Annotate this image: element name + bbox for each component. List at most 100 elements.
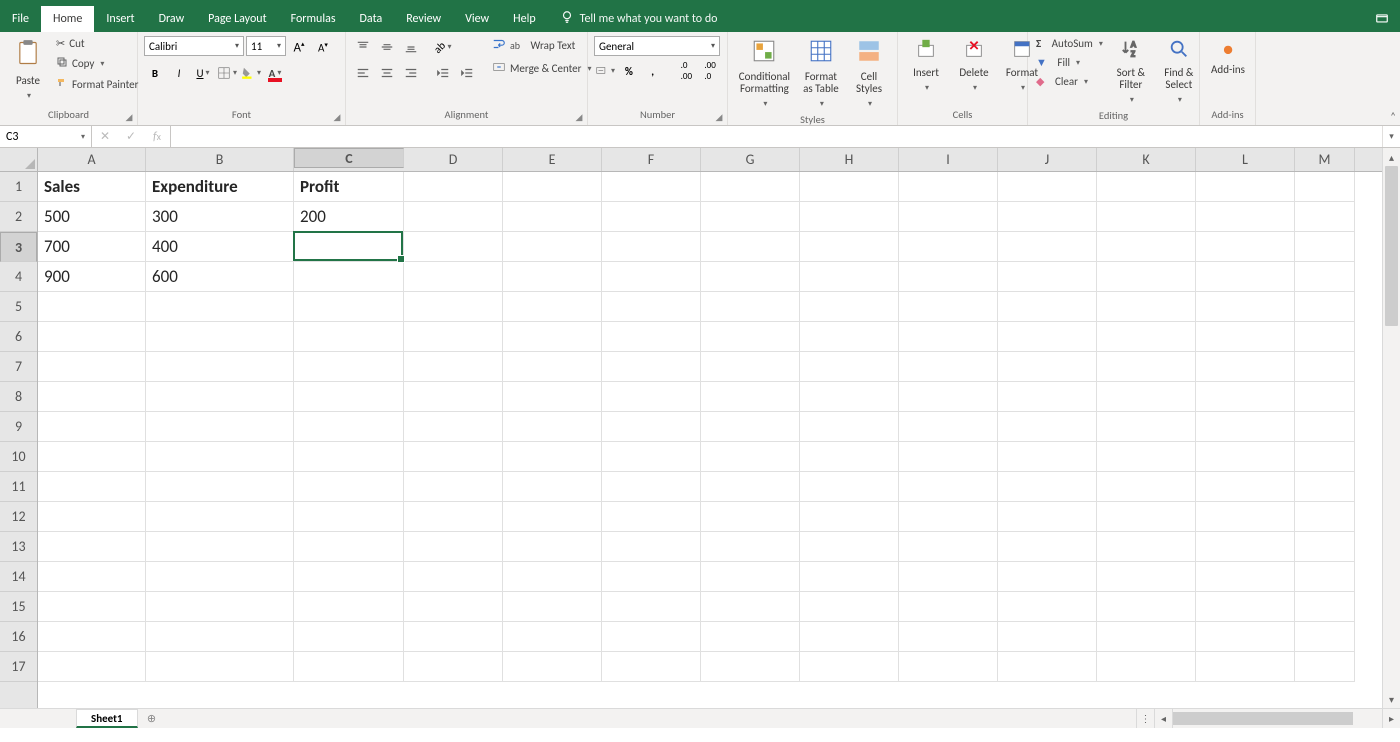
cell-C7[interactable] [294, 352, 404, 382]
alignment-dialog-launcher[interactable]: ◢ [573, 111, 585, 123]
row-header-17[interactable]: 17 [0, 652, 37, 682]
sort-filter-button[interactable]: AZ Sort & Filter▾ [1109, 36, 1153, 107]
cell-I6[interactable] [899, 322, 998, 352]
bold-button[interactable]: B [144, 62, 166, 84]
clipboard-dialog-launcher[interactable]: ◢ [123, 111, 135, 123]
cell-M15[interactable] [1295, 592, 1355, 622]
row-header-4[interactable]: 4 [0, 262, 37, 292]
scroll-up-button[interactable]: ▴ [1383, 148, 1400, 166]
horizontal-scrollbar[interactable]: ⋮ ◂ ▸ [1136, 709, 1400, 728]
cell-M7[interactable] [1295, 352, 1355, 382]
merge-center-button[interactable]: Merge & Center▾ [490, 59, 594, 78]
cell-L1[interactable] [1196, 172, 1295, 202]
cell-D9[interactable] [404, 412, 503, 442]
cell-C8[interactable] [294, 382, 404, 412]
cell-H7[interactable] [800, 352, 899, 382]
cell-M9[interactable] [1295, 412, 1355, 442]
underline-button[interactable]: U▾ [192, 62, 214, 84]
cell-K6[interactable] [1097, 322, 1196, 352]
cell-J11[interactable] [998, 472, 1097, 502]
cell-E12[interactable] [503, 502, 602, 532]
cell-G6[interactable] [701, 322, 800, 352]
cell-A2[interactable]: 500 [38, 202, 146, 232]
cell-A16[interactable] [38, 622, 146, 652]
column-header-D[interactable]: D [404, 148, 503, 171]
align-left-button[interactable] [352, 62, 374, 84]
addins-button[interactable]: ● Add-ins [1206, 36, 1250, 78]
tab-help[interactable]: Help [501, 6, 548, 32]
cell-A13[interactable] [38, 532, 146, 562]
row-header-8[interactable]: 8 [0, 382, 37, 412]
tell-me[interactable]: Tell me what you want to do [560, 6, 718, 32]
cell-B10[interactable] [146, 442, 294, 472]
cell-F14[interactable] [602, 562, 701, 592]
cell-I8[interactable] [899, 382, 998, 412]
comma-button[interactable]: , [642, 60, 664, 82]
cell-A17[interactable] [38, 652, 146, 682]
cell-C2[interactable]: 200 [294, 202, 404, 232]
align-bottom-button[interactable] [400, 36, 422, 58]
cell-M6[interactable] [1295, 322, 1355, 352]
row-header-3[interactable]: 3 [0, 232, 37, 262]
cell-D4[interactable] [404, 262, 503, 292]
cell-L4[interactable] [1196, 262, 1295, 292]
cell-D6[interactable] [404, 322, 503, 352]
cell-H15[interactable] [800, 592, 899, 622]
italic-button[interactable]: I [168, 62, 190, 84]
cell-M17[interactable] [1295, 652, 1355, 682]
number-dialog-launcher[interactable]: ◢ [713, 111, 725, 123]
cell-B16[interactable] [146, 622, 294, 652]
cell-M12[interactable] [1295, 502, 1355, 532]
font-name-select[interactable]: Calibri▾ [144, 36, 244, 56]
cell-A8[interactable] [38, 382, 146, 412]
cell-K4[interactable] [1097, 262, 1196, 292]
cell-styles-button[interactable]: Cell Styles▾ [847, 36, 891, 111]
cell-I10[interactable] [899, 442, 998, 472]
clear-button[interactable]: ◆ Clear▾ [1034, 74, 1105, 89]
cell-B5[interactable] [146, 292, 294, 322]
cell-E3[interactable] [503, 232, 602, 262]
cell-E16[interactable] [503, 622, 602, 652]
cell-H6[interactable] [800, 322, 899, 352]
tab-home[interactable]: Home [41, 6, 94, 32]
cell-B13[interactable] [146, 532, 294, 562]
cell-A3[interactable]: 700 [38, 232, 146, 262]
cell-L12[interactable] [1196, 502, 1295, 532]
cell-H16[interactable] [800, 622, 899, 652]
column-header-C[interactable]: C [294, 148, 404, 168]
cell-M1[interactable] [1295, 172, 1355, 202]
cell-I3[interactable] [899, 232, 998, 262]
cell-C11[interactable] [294, 472, 404, 502]
cell-H14[interactable] [800, 562, 899, 592]
cell-G5[interactable] [701, 292, 800, 322]
insert-cells-button[interactable]: Insert▾ [904, 36, 948, 95]
number-format-select[interactable]: General▾ [594, 36, 720, 56]
cell-E4[interactable] [503, 262, 602, 292]
cell-L16[interactable] [1196, 622, 1295, 652]
cell-F7[interactable] [602, 352, 701, 382]
cell-C5[interactable] [294, 292, 404, 322]
cell-F12[interactable] [602, 502, 701, 532]
cancel-formula-button[interactable]: ✕ [92, 129, 118, 144]
font-size-select[interactable]: 11▾ [246, 36, 286, 56]
tab-file[interactable]: File [0, 6, 41, 32]
paste-button[interactable]: Paste ▾ [6, 36, 50, 103]
cell-J4[interactable] [998, 262, 1097, 292]
name-box[interactable]: C3 ▾ [0, 126, 92, 147]
delete-cells-button[interactable]: Delete▾ [952, 36, 996, 95]
cell-H4[interactable] [800, 262, 899, 292]
cell-F5[interactable] [602, 292, 701, 322]
cell-E17[interactable] [503, 652, 602, 682]
cell-D2[interactable] [404, 202, 503, 232]
cell-D5[interactable] [404, 292, 503, 322]
cell-G9[interactable] [701, 412, 800, 442]
format-as-table-button[interactable]: Format as Table▾ [799, 36, 843, 111]
select-all-triangle[interactable] [0, 148, 37, 172]
cell-I7[interactable] [899, 352, 998, 382]
cell-A7[interactable] [38, 352, 146, 382]
cell-B15[interactable] [146, 592, 294, 622]
vscroll-track[interactable] [1383, 166, 1400, 690]
cell-F15[interactable] [602, 592, 701, 622]
cell-J12[interactable] [998, 502, 1097, 532]
cell-J13[interactable] [998, 532, 1097, 562]
